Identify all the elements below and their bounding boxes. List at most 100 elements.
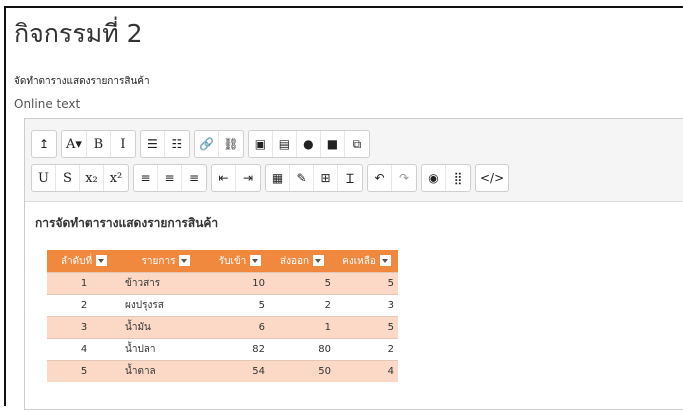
toolbar-group: ◉ ⣿ [421,164,471,192]
table-cell[interactable]: 10 [211,272,269,295]
unlink-icon[interactable]: ⛓ [219,131,243,157]
undo-icon[interactable]: ↶ [368,165,392,191]
table-cell[interactable]: 3 [47,316,121,339]
table-row: 3 น้ำมัน 6 1 5 [47,316,398,339]
table-body: 1 ข้าวสาร 10 5 5 2 ผงปรุงรส 5 2 3 3 น้ำมัน 6 1 5 4 น้ำปล… [47,272,398,382]
text-editor[interactable]: ↥ A▾ B I ☰ ☷ 🔗 ⛓ ▣ ▤ ● ■ ⧉ U Sx₂ x² ≡ ≡ ≡ ⇤ ⇥ ▦ ✎ ⊞ Ɪ ↶ ↷ ◉ ⣿ </> กา… [24,118,683,410]
toolbar-row-1: ↥ A▾ B I ☰ ☷ 🔗 ⛓ ▣ ▤ ● ■ ⧉ [31,130,370,158]
table-cell[interactable]: 5 [335,272,398,295]
table-row: 5 น้ำตาล 54 50 4 [47,360,398,382]
clear-formatting-icon[interactable]: Ɪ [338,165,362,191]
table-cell[interactable]: ข้าวสาร [121,272,211,295]
table-cell[interactable]: 2 [269,294,335,317]
record-audio-icon[interactable]: ● [297,131,321,157]
subscript-button[interactable]: x₂ [80,165,104,191]
product-table[interactable]: ลำดับที่ รายการ รับเข้า ส่งออก คงเหลือ 1 ข้าว… [47,250,398,382]
toolbar-group: A▾ B I [61,130,136,158]
html-icon[interactable]: </> [476,165,508,191]
editor-toolbar: ↥ A▾ B I ☰ ☷ 🔗 ⛓ ▣ ▤ ● ■ ⧉ U Sx₂ x² ≡ ≡ ≡ ⇤ ⇥ ▦ ✎ ⊞ Ɪ ↶ ↷ ◉ ⣿ </> [25,119,683,202]
toolbar-group: ▣ ▤ ● ■ ⧉ [247,130,370,158]
bold-button[interactable]: B [87,131,111,157]
toolbar-group: ⇤ ⇥ [211,164,261,192]
accessibility-checker-icon[interactable]: ◉ [422,165,446,191]
record-video-icon[interactable]: ■ [321,131,345,157]
table-cell[interactable]: น้ำตาล [121,360,211,382]
table-row: 4 น้ำปลา 82 80 2 [47,338,398,361]
toolbar-group: ↶ ↷ [367,164,417,192]
italic-button[interactable]: I [111,131,135,157]
filter-dropdown-icon[interactable] [250,255,262,266]
table-cell[interactable]: 3 [335,294,398,317]
toolbar-group: ▦ ✎ ⊞ Ɪ [265,164,363,192]
online-text-label: Online text [14,97,81,111]
table-cell[interactable]: 4 [335,360,398,382]
table-cell[interactable]: 2 [47,294,121,317]
show-more-icon[interactable]: ↥ [32,131,56,157]
column-header[interactable]: รับเข้า [211,250,269,273]
equation-icon[interactable]: ▦ [266,165,290,191]
activity-description: จัดทำตารางแสดงรายการสินค้า [14,76,150,87]
table-icon[interactable]: ⊞ [314,165,338,191]
indent-icon[interactable]: ⇥ [236,165,260,191]
toolbar-group: 🔗 ⛓ [193,130,244,158]
page-title: กิจกรรมที่ 2 [14,19,143,48]
table-cell[interactable]: 1 [47,272,121,295]
column-header-label: ส่งออก [279,255,310,267]
table-cell[interactable]: 4 [47,338,121,361]
toolbar-group: U Sx₂ x² [31,164,129,192]
table-cell[interactable]: ผงปรุงรส [121,294,211,317]
outdent-icon[interactable]: ⇤ [212,165,236,191]
underline-button[interactable]: U [32,165,56,191]
table-cell[interactable]: 5 [269,272,335,295]
filter-dropdown-icon[interactable] [179,255,191,266]
column-header-label: คงเหลือ [342,255,376,267]
align-center-icon[interactable]: ≡ [158,165,182,191]
font-style-dropdown[interactable]: A▾ [62,131,87,157]
table-cell[interactable]: 2 [335,338,398,361]
table-row: 2 ผงปรุงรส 5 2 3 [47,294,398,317]
column-header[interactable]: รายการ [121,250,211,273]
align-left-icon[interactable]: ≡ [134,165,158,191]
table-cell[interactable]: 80 [269,338,335,361]
filter-dropdown-icon[interactable] [379,255,391,266]
column-header-label: รายการ [141,255,176,267]
column-header[interactable]: ลำดับที่ [47,250,121,273]
toolbar-group: </> [475,164,510,192]
superscript-button[interactable]: x² [104,165,128,191]
table-cell[interactable]: 6 [211,316,269,339]
filter-dropdown-icon[interactable] [313,255,325,266]
strikethrough-button[interactable]: S [56,165,80,191]
toolbar-group: ☰ ☷ [139,130,190,158]
editor-content[interactable]: การจัดทำตารางแสดงรายการสินค้า ลำดับที่ รา… [25,202,683,408]
content-heading: การจัดทำตารางแสดงรายการสินค้า [35,216,219,230]
column-header-label: รับเข้า [218,255,247,267]
manage-files-icon[interactable]: ⧉ [345,131,369,157]
screenreader-helper-icon[interactable]: ⣿ [446,165,470,191]
table-row: 1 ข้าวสาร 10 5 5 [47,272,398,295]
redo-icon[interactable]: ↷ [392,165,416,191]
column-header-label: ลำดับที่ [60,255,93,267]
table-cell[interactable]: 82 [211,338,269,361]
table-cell[interactable]: 1 [269,316,335,339]
column-header[interactable]: คงเหลือ [335,250,398,273]
numbered-list-icon[interactable]: ☷ [165,131,189,157]
column-header[interactable]: ส่งออก [269,250,335,273]
table-cell[interactable]: น้ำมัน [121,316,211,339]
table-cell[interactable]: 5 [335,316,398,339]
table-cell[interactable]: น้ำปลา [121,338,211,361]
table-header-row: ลำดับที่ รายการ รับเข้า ส่งออก คงเหลือ [47,250,398,273]
table-cell[interactable]: 50 [269,360,335,382]
filter-dropdown-icon[interactable] [96,255,108,266]
table-cell[interactable]: 54 [211,360,269,382]
bullet-list-icon[interactable]: ☰ [141,131,165,157]
link-icon[interactable]: 🔗 [195,131,219,157]
table-cell[interactable]: 5 [211,294,269,317]
edit-icon[interactable]: ✎ [290,165,314,191]
image-icon[interactable]: ▣ [249,131,273,157]
toolbar-group: ↥ [31,130,57,158]
media-icon[interactable]: ▤ [273,131,297,157]
toolbar-group: ≡ ≡ ≡ [133,164,207,192]
align-right-icon[interactable]: ≡ [182,165,206,191]
toolbar-row-2: U Sx₂ x² ≡ ≡ ≡ ⇤ ⇥ ▦ ✎ ⊞ Ɪ ↶ ↷ ◉ ⣿ </> [31,164,510,192]
table-cell[interactable]: 5 [47,360,121,382]
